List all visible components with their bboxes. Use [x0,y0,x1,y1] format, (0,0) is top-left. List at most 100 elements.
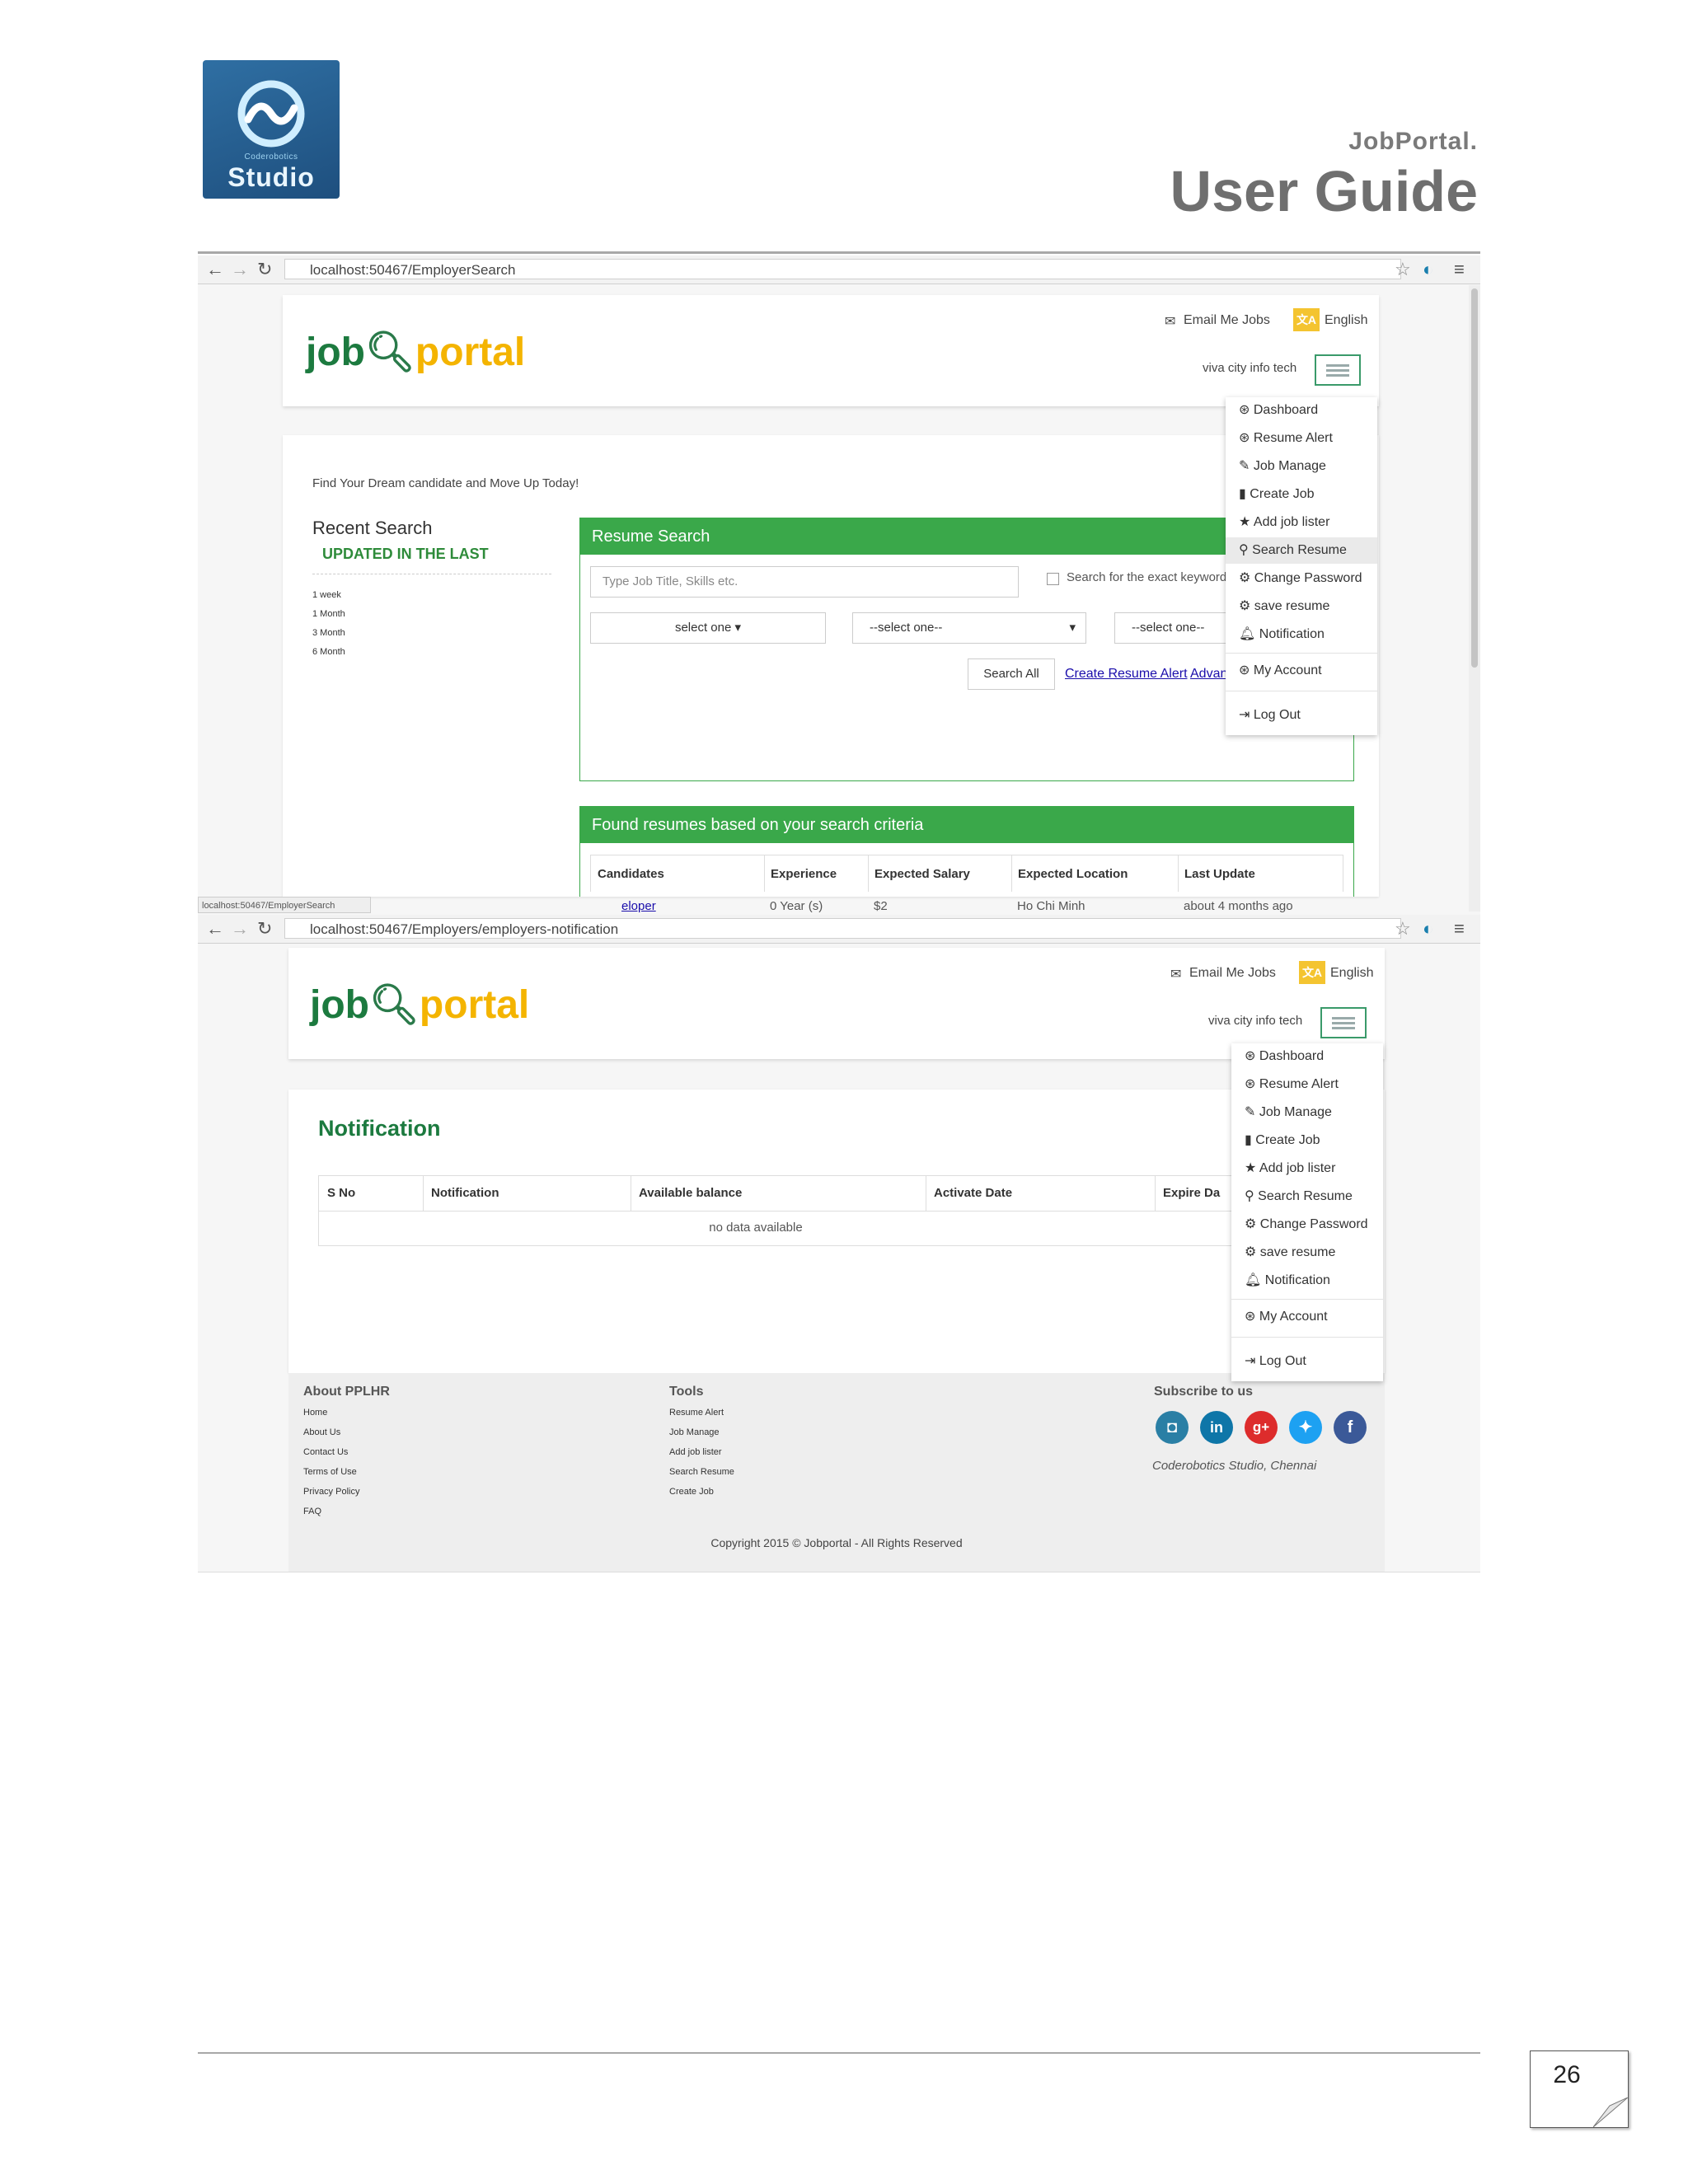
menu-job-manage[interactable]: ✎ Job Manage [1231,1099,1383,1126]
dashboard-icon: ⊛ [1239,403,1250,417]
site-header: job🔍︎portal ✉ Email Me Jobs 文A English v… [283,295,1379,406]
menu-dashboard[interactable]: ⊛ Dashboard [1226,397,1377,424]
exact-keyword-checkbox[interactable] [1047,573,1059,585]
doc-title: User Guide [1170,159,1478,223]
envelope-icon: ✉ [1165,315,1176,329]
search-page-body: Find Your Dream candidate and Move Up To… [283,435,1379,913]
menu-log-out[interactable]: ⇥ Log Out [1226,702,1377,729]
site-logo[interactable]: job🔍︎portal [310,981,529,1028]
email-me-jobs-link[interactable]: Email Me Jobs [1184,313,1270,328]
language-icon: 文A [1293,308,1320,331]
results-panel: Found resumes based on your search crite… [579,806,1354,913]
menu-job-manage[interactable]: ✎ Job Manage [1226,453,1377,480]
menu-search-resume[interactable]: ⚲ Search Resume [1226,537,1377,564]
menu-icon[interactable]: ≡ [1454,259,1465,280]
results-table: Candidates Experience Expected Salary Ex… [590,855,1343,892]
facebook-icon[interactable]: f [1334,1411,1367,1444]
star-icon[interactable]: ☆ [1395,259,1411,280]
url-field[interactable]: localhost:50467/EmployerSearch [284,259,1401,279]
google-plus-icon[interactable]: g+ [1245,1411,1278,1444]
footer-tool-job-manage[interactable]: Job Manage [669,1427,720,1437]
menu-icon[interactable]: ≡ [1454,918,1465,940]
search-icon: ⚲ [1239,543,1249,557]
footer-tool-search-resume[interactable]: Search Resume [669,1467,734,1477]
footer-link-contact[interactable]: Contact Us [303,1447,348,1457]
col-experience: Experience [771,867,837,881]
recent-search-title: Recent Search [312,518,433,538]
page-number: 26 [1553,2061,1581,2088]
forward-icon[interactable]: → [231,918,249,940]
menu-notification[interactable]: 🔔︎ Notification [1231,1268,1383,1294]
create-resume-alert-link[interactable]: Create Resume Alert [1065,667,1188,682]
menu-create-job[interactable]: ▮ Create Job [1226,481,1377,508]
cell-experience: 0 Year (s) [770,899,823,913]
reload-icon[interactable]: ↻ [257,918,272,940]
menu-add-job-lister[interactable]: ★ Add job lister [1231,1155,1383,1182]
menu-save-resume[interactable]: ⚙ save resume [1226,593,1377,620]
period-3-month[interactable]: 3 Month [312,628,345,638]
candidate-link[interactable]: eloper [621,899,656,913]
notification-page-body: Notification S No Notification Available… [288,1090,1385,1373]
menu-save-resume[interactable]: ⚙ save resume [1231,1240,1383,1266]
select-one-dropdown[interactable]: select one ▾ [590,612,826,644]
footer-tool-add-job-lister[interactable]: Add job lister [669,1447,722,1457]
hamburger-button[interactable] [1315,354,1361,386]
footer-link-privacy[interactable]: Privacy Policy [303,1487,359,1497]
hamburger-button[interactable] [1320,1007,1367,1038]
no-data-text: no data available [709,1221,803,1235]
back-icon[interactable]: ← [206,259,224,280]
footer-link-faq[interactable]: FAQ [303,1507,321,1516]
menu-my-account[interactable]: ⊛ My Account [1231,1304,1383,1330]
logout-icon: ⇥ [1245,1354,1256,1368]
twitter-icon[interactable]: ✦ [1289,1411,1322,1444]
menu-log-out[interactable]: ⇥ Log Out [1231,1348,1383,1375]
email-me-jobs-link[interactable]: Email Me Jobs [1189,966,1276,981]
select-two-dropdown[interactable]: --select one-- ▾ [852,612,1086,644]
search-icon: ⚲ [1245,1189,1254,1203]
col-expected-salary: Expected Salary [874,867,970,881]
menu-add-job-lister[interactable]: ★ Add job lister [1226,509,1377,536]
results-title: Found resumes based on your search crite… [580,807,1353,843]
menu-create-job[interactable]: ▮ Create Job [1231,1127,1383,1154]
search-all-button[interactable]: Search All [968,658,1055,690]
file-icon: ▮ [1245,1133,1252,1147]
user-dropdown-menu: ⊛ Dashboard ⊛ Resume Alert ✎ Job Manage … [1226,397,1377,735]
menu-notification[interactable]: 🔔︎ Notification [1226,621,1377,648]
menu-dashboard[interactable]: ⊛ Dashboard [1231,1043,1383,1070]
footer-link-home[interactable]: Home [303,1408,327,1418]
forward-icon[interactable]: → [231,259,249,280]
back-icon[interactable]: ← [206,918,224,940]
language-link[interactable]: English [1330,966,1373,981]
reload-icon[interactable]: ↻ [257,259,272,280]
col-last-update: Last Update [1184,867,1255,881]
extension-icon[interactable]: ◐ [1423,918,1433,940]
search-input[interactable]: Type Job Title, Skills etc. [590,566,1019,598]
instagram-icon[interactable]: ◘ [1156,1411,1189,1444]
footer-link-terms[interactable]: Terms of Use [303,1467,357,1477]
cell-last-update: about 4 months ago [1184,899,1293,913]
extension-icon[interactable]: ◐ [1423,259,1433,280]
linkedin-icon[interactable]: in [1200,1411,1233,1444]
scrollbar-thumb[interactable] [1471,288,1478,668]
period-1-month[interactable]: 1 Month [312,609,345,619]
menu-change-password[interactable]: ⚙ Change Password [1231,1212,1383,1238]
period-6-month[interactable]: 6 Month [312,647,345,657]
menu-my-account[interactable]: ⊛ My Account [1226,658,1377,684]
menu-search-resume[interactable]: ⚲ Search Resume [1231,1183,1383,1210]
logo-studio-text: Studio [227,162,315,192]
url-field[interactable]: localhost:50467/Employers/employers-noti… [284,918,1401,939]
scrollbar-track[interactable] [1469,285,1480,912]
menu-resume-alert[interactable]: ⊛ Resume Alert [1231,1071,1383,1098]
menu-change-password[interactable]: ⚙ Change Password [1226,565,1377,592]
footer-tool-create-job[interactable]: Create Job [669,1487,714,1497]
language-link[interactable]: English [1325,313,1367,328]
notification-table: S No Notification Available balance Acti… [318,1175,1381,1246]
footer-link-about[interactable]: About Us [303,1427,340,1437]
site-logo[interactable]: job🔍︎portal [306,328,525,375]
studio-logo: Coderobotics Studio [203,60,340,199]
footer-tool-resume-alert[interactable]: Resume Alert [669,1408,724,1418]
period-1-week[interactable]: 1 week [312,590,341,600]
site-header: job🔍︎portal ✉ Email Me Jobs 文A English v… [288,948,1385,1059]
menu-resume-alert[interactable]: ⊛ Resume Alert [1226,425,1377,452]
star-icon[interactable]: ☆ [1395,918,1411,940]
